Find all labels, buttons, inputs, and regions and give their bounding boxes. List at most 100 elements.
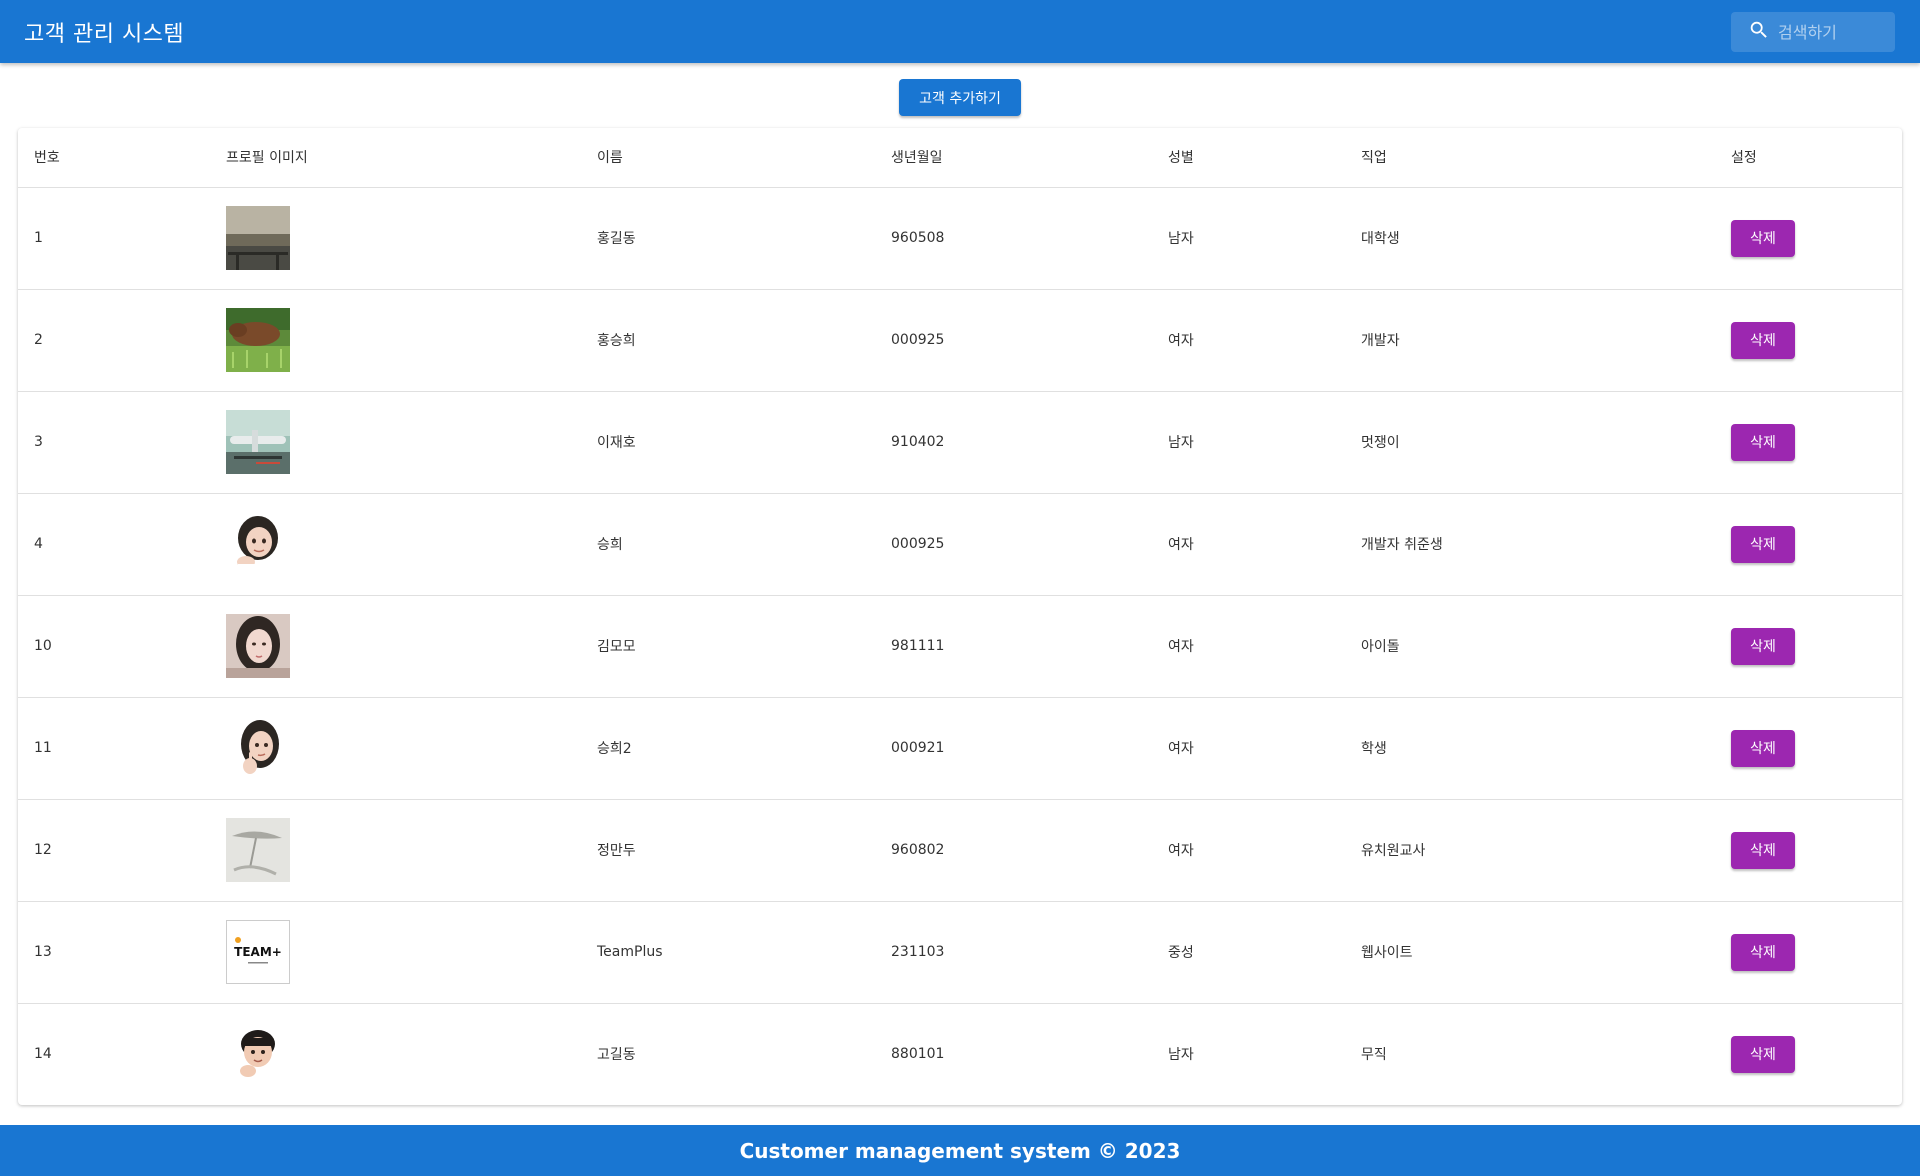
header-settings: 설정 (1715, 128, 1902, 188)
app-title: 고객 관리 시스템 (24, 21, 185, 47)
cell-name: 홍길동 (581, 187, 875, 290)
cell-settings: 삭제 (1715, 289, 1902, 392)
cell-image (210, 1003, 581, 1105)
delete-button[interactable]: 삭제 (1731, 1035, 1795, 1073)
cell-id: 1 (18, 187, 210, 290)
profile-image (226, 206, 290, 270)
cell-image: TEAM+ (210, 901, 581, 1004)
cell-job: 학생 (1345, 697, 1715, 800)
cell-birthday: 000921 (875, 697, 1152, 800)
cell-job: 개발자 취준생 (1345, 493, 1715, 596)
cell-settings: 삭제 (1715, 187, 1902, 290)
cell-name: 승희2 (581, 697, 875, 800)
delete-button[interactable]: 삭제 (1731, 219, 1795, 257)
cell-job: 무직 (1345, 1003, 1715, 1105)
profile-image (226, 614, 290, 678)
cell-gender: 여자 (1152, 697, 1345, 800)
delete-button[interactable]: 삭제 (1731, 831, 1795, 869)
profile-image (226, 1022, 290, 1086)
footer-copyright: Customer management system © 2023 (739, 1138, 1181, 1163)
cell-job: 대학생 (1345, 187, 1715, 290)
header-number: 번호 (18, 128, 210, 188)
cell-gender: 남자 (1152, 391, 1345, 494)
delete-button[interactable]: 삭제 (1731, 627, 1795, 665)
profile-image (226, 716, 290, 780)
search-box[interactable] (1731, 12, 1895, 52)
cell-name: 승희 (581, 493, 875, 596)
table-row: 12 정만두 960802 여자 유치원교사 삭제 (18, 799, 1902, 902)
add-customer-area: 고객 추가하기 (0, 79, 1920, 116)
header-profile-image: 프로필 이미지 (210, 128, 581, 188)
table-row: 14 고길동 880101 남자 무직 삭제 (18, 1003, 1902, 1105)
customer-table: 번호 프로필 이미지 이름 생년월일 성별 직업 설정 1 홍길동 960508… (18, 128, 1902, 1105)
cell-id: 2 (18, 289, 210, 392)
cell-gender: 여자 (1152, 493, 1345, 596)
cell-birthday: 981111 (875, 595, 1152, 698)
cell-image (210, 289, 581, 392)
cell-image (210, 595, 581, 698)
cell-image (210, 799, 581, 902)
search-icon (1748, 19, 1770, 45)
header-gender: 성별 (1152, 128, 1345, 188)
cell-name: 이재호 (581, 391, 875, 494)
profile-image (226, 818, 290, 882)
cell-job: 멋쟁이 (1345, 391, 1715, 494)
cell-name: 홍승희 (581, 289, 875, 392)
cell-name: 고길동 (581, 1003, 875, 1105)
cell-id: 13 (18, 901, 210, 1004)
cell-gender: 여자 (1152, 799, 1345, 902)
cell-settings: 삭제 (1715, 391, 1902, 494)
table-row: 1 홍길동 960508 남자 대학생 삭제 (18, 187, 1902, 290)
cell-settings: 삭제 (1715, 901, 1902, 1004)
cell-name: TeamPlus (581, 901, 875, 1004)
cell-settings: 삭제 (1715, 1003, 1902, 1105)
delete-button[interactable]: 삭제 (1731, 321, 1795, 359)
delete-button[interactable]: 삭제 (1731, 423, 1795, 461)
cell-id: 10 (18, 595, 210, 698)
table-row: 10 김모모 981111 여자 아이돌 삭제 (18, 595, 1902, 698)
customer-table-container: 번호 프로필 이미지 이름 생년월일 성별 직업 설정 1 홍길동 960508… (18, 128, 1902, 1105)
cell-job: 유치원교사 (1345, 799, 1715, 902)
header-birthday: 생년월일 (875, 128, 1152, 188)
cell-id: 4 (18, 493, 210, 596)
cell-birthday: 910402 (875, 391, 1152, 494)
header-name: 이름 (581, 128, 875, 188)
cell-settings: 삭제 (1715, 595, 1902, 698)
cell-settings: 삭제 (1715, 493, 1902, 596)
cell-birthday: 000925 (875, 493, 1152, 596)
cell-image (210, 697, 581, 800)
cell-gender: 여자 (1152, 595, 1345, 698)
cell-id: 14 (18, 1003, 210, 1105)
profile-image: TEAM+ (226, 920, 290, 984)
header-job: 직업 (1345, 128, 1715, 188)
cell-gender: 남자 (1152, 187, 1345, 290)
cell-job: 아이돌 (1345, 595, 1715, 698)
cell-name: 정만두 (581, 799, 875, 902)
cell-birthday: 000925 (875, 289, 1152, 392)
cell-birthday: 960802 (875, 799, 1152, 902)
table-row: 3 이재호 910402 남자 멋쟁이 삭제 (18, 391, 1902, 494)
cell-birthday: 880101 (875, 1003, 1152, 1105)
cell-image (210, 391, 581, 494)
cell-image (210, 493, 581, 596)
cell-id: 12 (18, 799, 210, 902)
cell-job: 웹사이트 (1345, 901, 1715, 1004)
cell-id: 11 (18, 697, 210, 800)
profile-image (226, 512, 290, 576)
table-row: 2 홍승희 000925 여자 개발자 삭제 (18, 289, 1902, 392)
cell-image (210, 187, 581, 290)
cell-gender: 여자 (1152, 289, 1345, 392)
add-customer-button[interactable]: 고객 추가하기 (899, 79, 1021, 116)
cell-birthday: 231103 (875, 901, 1152, 1004)
cell-job: 개발자 (1345, 289, 1715, 392)
cell-settings: 삭제 (1715, 697, 1902, 800)
delete-button[interactable]: 삭제 (1731, 525, 1795, 563)
search-input[interactable] (1778, 22, 1888, 42)
delete-button[interactable]: 삭제 (1731, 933, 1795, 971)
cell-gender: 중성 (1152, 901, 1345, 1004)
footer: Customer management system © 2023 (0, 1125, 1920, 1176)
cell-gender: 남자 (1152, 1003, 1345, 1105)
table-row: 4 승희 000925 여자 개발자 취준생 삭제 (18, 493, 1902, 596)
table-row: 11 승희2 000921 여자 학생 삭제 (18, 697, 1902, 800)
delete-button[interactable]: 삭제 (1731, 729, 1795, 767)
